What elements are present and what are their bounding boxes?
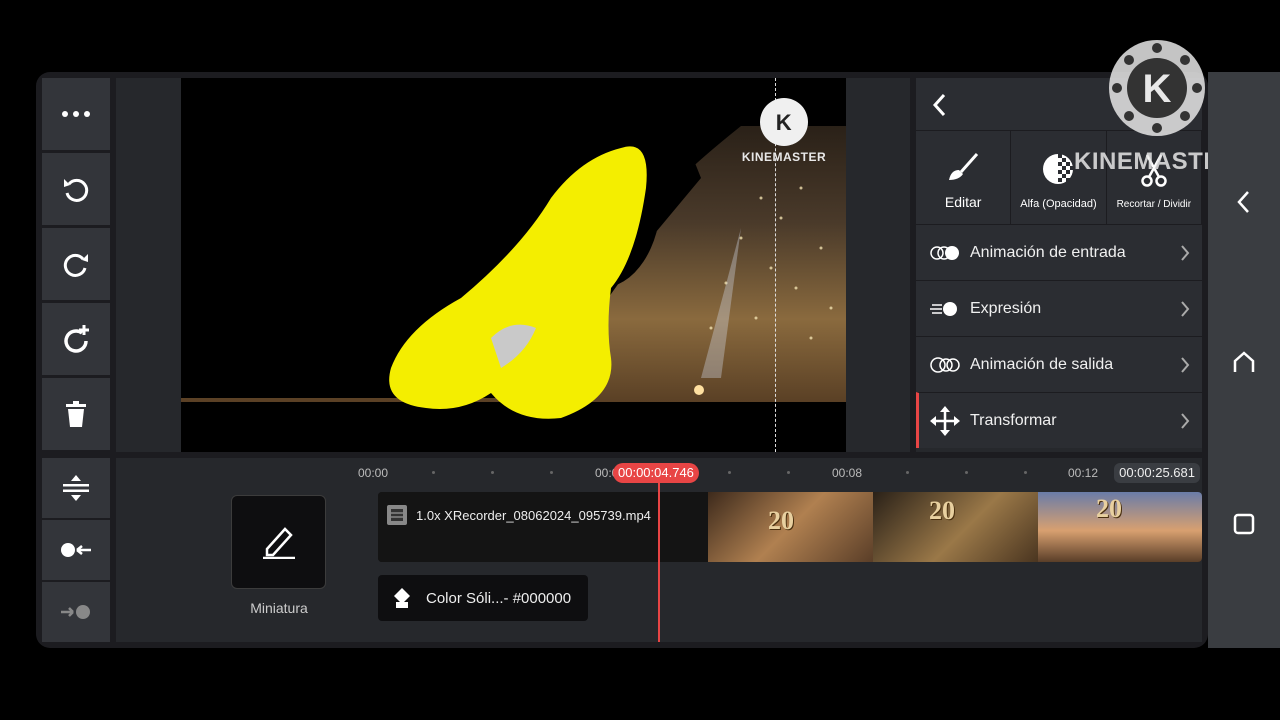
watermark-small-text: KINEMASTER	[741, 150, 827, 164]
ruler-tick	[550, 471, 553, 474]
nav-back-button[interactable]	[1208, 172, 1280, 232]
delete-button[interactable]	[42, 378, 110, 450]
undo-button[interactable]	[42, 153, 110, 225]
undo-icon	[64, 178, 89, 202]
expression-icon	[930, 301, 957, 316]
nav-home-icon	[1233, 351, 1255, 372]
ruler-tick	[1024, 471, 1027, 474]
nav-recents-button[interactable]	[1208, 494, 1280, 554]
video-clip[interactable]: 20 20 20 1.0x XRecorder_08062024_095739.…	[378, 492, 1202, 562]
tool-editar-label: Editar	[944, 194, 982, 210]
alpha-icon	[1043, 154, 1075, 184]
svg-text:K: K	[776, 110, 792, 135]
color-layer-clip[interactable]: Color Sóli...- #000000	[378, 575, 588, 621]
chevron-right-icon	[1181, 413, 1190, 429]
nav-home-button[interactable]	[1208, 332, 1280, 392]
kinemaster-logo-icon: K	[1109, 40, 1205, 136]
nav-recents-icon	[1233, 513, 1255, 535]
record-icon	[61, 543, 91, 557]
trash-icon	[66, 401, 86, 427]
ruler-tick	[432, 471, 435, 474]
nav-back-icon	[1237, 191, 1249, 213]
out-animation-icon	[930, 356, 960, 373]
clip-thumb: 20	[708, 492, 873, 562]
thumbnail-button[interactable]	[231, 495, 326, 589]
tool-recortar-label: Recortar / Dividir	[1116, 199, 1192, 210]
kinemaster-editor: K KINEMASTER Editar Alfa (Opacidad) Reco…	[36, 72, 1208, 648]
tool-editar[interactable]: Editar	[916, 131, 1012, 224]
thumbnail-label: Miniatura	[250, 600, 308, 616]
pencil-icon	[262, 527, 295, 559]
expression-label: Expresión	[970, 299, 1042, 317]
chevron-right-icon	[1181, 301, 1190, 317]
in-animation-item[interactable]: Animación de entrada	[916, 224, 1202, 280]
chevron-right-icon	[1181, 357, 1190, 373]
paint-bucket-icon	[394, 588, 410, 608]
clip-thumb: 20	[873, 492, 1038, 562]
out-animation-label: Animación de salida	[970, 355, 1114, 373]
fit-height-icon	[63, 475, 89, 501]
out-animation-item[interactable]: Animación de salida	[916, 336, 1202, 392]
expression-item[interactable]: Expresión	[916, 280, 1202, 336]
transform-item[interactable]: Transformar	[916, 392, 1202, 448]
clip-label: 1.0x XRecorder_08062024_095739.mp4	[386, 504, 651, 526]
ruler-tick	[906, 471, 909, 474]
current-time-badge: 00:00:04.746	[613, 463, 699, 483]
panel-tools: Editar Alfa (Opacidad) Recortar / Dividi…	[916, 130, 1202, 224]
chevron-right-icon	[1181, 245, 1190, 261]
svg-text:K: K	[1143, 67, 1172, 111]
move-icon	[930, 405, 960, 436]
kinemaster-logo-icon: K	[760, 98, 808, 146]
ruler-tick	[491, 471, 494, 474]
in-animation-label: Animación de entrada	[970, 243, 1126, 261]
tool-alfa-label: Alfa (Opacidad)	[1020, 198, 1097, 210]
clip-thumb: 20	[1038, 492, 1202, 562]
timeline[interactable]: 00:00 00:04 00:08 00:12 Miniatura 20 20 …	[116, 458, 1202, 642]
brush-icon	[949, 153, 979, 180]
more-dots-icon	[62, 111, 90, 117]
tool-alfa[interactable]: Alfa (Opacidad)	[1011, 131, 1107, 224]
transform-label: Transformar	[970, 411, 1057, 429]
more-button[interactable]	[42, 78, 110, 150]
ruler-label: 00:08	[832, 466, 863, 480]
duration-badge: 00:00:25.681	[1114, 463, 1200, 483]
redo-icon	[63, 253, 88, 277]
record-button[interactable]	[42, 520, 110, 580]
redo-button[interactable]	[42, 228, 110, 300]
tool-recortar[interactable]: Recortar / Dividir	[1106, 131, 1202, 224]
clip-name: 1.0x XRecorder_08062024_095739.mp4	[416, 507, 651, 523]
restore-icon	[64, 325, 89, 353]
ruler-tick	[787, 471, 790, 474]
film-icon	[387, 505, 407, 525]
ruler-tick	[965, 471, 968, 474]
chevron-left-icon[interactable]	[930, 91, 950, 119]
ruler-label: 00:00	[358, 466, 389, 480]
record-next-button[interactable]	[42, 582, 110, 642]
fit-height-button[interactable]	[42, 458, 110, 518]
restore-button[interactable]	[42, 303, 110, 375]
ruler-tick	[728, 471, 731, 474]
watermark-small: K KINEMASTER	[736, 98, 832, 164]
android-navbar	[1208, 72, 1280, 648]
playhead[interactable]	[658, 472, 660, 642]
color-layer-label: Color Sóli...- #000000	[426, 589, 572, 607]
in-animation-icon	[930, 245, 959, 260]
record-next-icon	[61, 605, 90, 619]
ruler-label: 00:12	[1068, 466, 1099, 480]
